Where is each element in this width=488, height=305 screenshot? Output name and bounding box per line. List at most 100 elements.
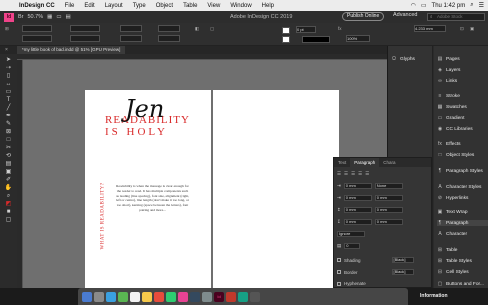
auto-fit-icon[interactable]: ⊡ bbox=[460, 26, 464, 32]
last-line-indent-field[interactable]: 0 mm bbox=[374, 207, 403, 213]
free-transform-tool-icon[interactable]: ⟲ bbox=[4, 152, 14, 160]
photos-icon[interactable] bbox=[154, 291, 164, 302]
pen-tool-icon[interactable]: ✒ bbox=[4, 112, 14, 120]
spotlight-icon[interactable]: ⌕ bbox=[470, 2, 473, 9]
reference-point-icon[interactable]: ⊞ bbox=[5, 26, 9, 32]
direct-selection-tool-icon[interactable]: ⇢ bbox=[4, 64, 14, 72]
panel-glyphs[interactable]: Ω Glyphs bbox=[391, 56, 415, 62]
stock-search-input[interactable]: ⌕ Adobe Stock bbox=[427, 13, 485, 21]
flip-horizontal-icon[interactable]: ◧ bbox=[195, 26, 199, 32]
close-icon[interactable]: × bbox=[5, 47, 8, 53]
menu-table[interactable]: Table bbox=[178, 3, 202, 9]
music-icon[interactable] bbox=[178, 291, 188, 302]
bridge-icon[interactable]: Br bbox=[18, 14, 24, 20]
page-right[interactable] bbox=[213, 90, 339, 288]
page-tool-icon[interactable]: ▯ bbox=[4, 72, 14, 80]
panel-table[interactable]: ⊞ Table bbox=[437, 247, 458, 253]
publish-online-button[interactable]: Publish Online bbox=[342, 12, 385, 21]
panel-pages[interactable]: ▤ Pages bbox=[437, 56, 460, 62]
panel-character-styles[interactable]: A Character Styles bbox=[437, 184, 481, 190]
calendar-icon[interactable] bbox=[130, 291, 140, 302]
tab-text[interactable]: Text bbox=[334, 158, 350, 167]
panel-links[interactable]: ∞ Links bbox=[437, 78, 457, 84]
stroke-type-select[interactable] bbox=[302, 36, 330, 43]
align-left-icon[interactable]: ☰ bbox=[337, 171, 341, 177]
battery-icon[interactable]: ▭ bbox=[421, 2, 427, 9]
workspace-switcher[interactable]: Advanced bbox=[393, 12, 417, 18]
shear-field[interactable] bbox=[158, 35, 180, 42]
panel-cc-libraries[interactable]: ◉ CC Libraries bbox=[437, 126, 473, 132]
headline-line-2[interactable]: IS HOLY bbox=[105, 126, 168, 138]
menu-object[interactable]: Object bbox=[151, 3, 178, 9]
document-tab[interactable]: *my little book of bad.indd @ 51% [GPU P… bbox=[17, 46, 126, 54]
x-field[interactable] bbox=[22, 25, 52, 32]
panel-layers[interactable]: ◈ Layers bbox=[437, 67, 460, 73]
safari-icon[interactable] bbox=[106, 291, 116, 302]
rotate-field[interactable] bbox=[158, 25, 180, 32]
menu-layout[interactable]: Layout bbox=[100, 3, 128, 9]
panel-table-styles[interactable]: ⊞ Table Styles bbox=[437, 258, 472, 264]
border-color-select[interactable]: [Black] bbox=[391, 269, 414, 275]
scale-x-field[interactable] bbox=[120, 25, 142, 32]
panel-swatches[interactable]: ▦ Swatches bbox=[437, 104, 467, 110]
arrange-documents-icon[interactable]: ▤ bbox=[66, 14, 71, 20]
gradient-tool-icon[interactable]: ▤ bbox=[4, 160, 14, 168]
h-field[interactable] bbox=[70, 35, 100, 42]
tab-character[interactable]: Chara bbox=[379, 158, 399, 167]
panel-text-wrap[interactable]: ▣ Text Wrap bbox=[437, 209, 468, 215]
finder-icon[interactable] bbox=[82, 291, 92, 302]
scale-y-field[interactable] bbox=[120, 35, 142, 42]
stroke-swatch[interactable] bbox=[282, 36, 290, 43]
screen-mode-icon[interactable]: ▭ bbox=[56, 14, 61, 20]
panel-buttons[interactable]: ▢ Buttons and For... bbox=[437, 281, 484, 287]
left-indent-field[interactable]: 0 mm bbox=[343, 183, 372, 189]
align-option-select[interactable]: None bbox=[374, 183, 403, 189]
gap-tool-icon[interactable]: ↔ bbox=[4, 80, 14, 88]
right-indent-field[interactable]: 0 mm bbox=[374, 195, 403, 201]
page-left[interactable]: READABILITY IS HOLY Jen WHAT IS READABIL… bbox=[85, 90, 211, 288]
panel-object-styles[interactable]: □ Object Styles bbox=[437, 152, 474, 158]
frame-fitting-icon[interactable]: ▣ bbox=[470, 26, 474, 32]
opacity-field[interactable]: 100% bbox=[346, 35, 370, 42]
stroke-weight-field[interactable]: 0 pt bbox=[296, 26, 316, 33]
align-center-icon[interactable]: ☰ bbox=[344, 171, 348, 177]
zoom-level[interactable]: 50.7% bbox=[28, 14, 44, 20]
rectangle-frame-tool-icon[interactable]: ⊠ bbox=[4, 128, 14, 136]
shading-color-select[interactable]: [Black] bbox=[391, 257, 414, 263]
space-between-field[interactable]: 0 mm bbox=[374, 219, 403, 225]
body-text-frame[interactable]: Readability is when the message is clear… bbox=[115, 184, 190, 213]
view-options-icon[interactable]: ▦ bbox=[47, 14, 52, 20]
apply-color-icon[interactable]: ■ bbox=[4, 208, 14, 216]
vertical-title[interactable]: WHAT IS READABILITY? bbox=[101, 160, 106, 249]
space-before-field[interactable]: 0 mm bbox=[343, 207, 372, 213]
notes-icon[interactable] bbox=[142, 291, 152, 302]
trash-icon[interactable] bbox=[250, 291, 260, 302]
justify-all-icon[interactable]: ☰ bbox=[365, 171, 369, 177]
w-field[interactable] bbox=[70, 25, 100, 32]
tab-paragraph[interactable]: Paragraph bbox=[350, 158, 380, 167]
justify-icon[interactable]: ☰ bbox=[358, 171, 362, 177]
panel-character[interactable]: A Character bbox=[437, 231, 467, 237]
panel-gradient[interactable]: ▭ Gradient bbox=[437, 115, 465, 121]
menu-help[interactable]: Help bbox=[257, 3, 279, 9]
preview-icon[interactable] bbox=[238, 291, 248, 302]
system-preferences-icon[interactable] bbox=[202, 291, 212, 302]
pencil-tool-icon[interactable]: ✎ bbox=[4, 120, 14, 128]
zoom-tool-icon[interactable]: ⌕ bbox=[4, 192, 14, 200]
first-line-indent-field[interactable]: 0 mm bbox=[343, 195, 372, 201]
clock[interactable]: Thu 1:42 pm bbox=[432, 3, 466, 9]
fill-stroke-icon[interactable]: ◩ bbox=[4, 200, 14, 208]
panel-paragraph-styles[interactable]: ¶ Paragraph Styles bbox=[437, 168, 483, 174]
drop-cap-lines-field[interactable]: 0 bbox=[344, 243, 361, 249]
hyphenate-checkbox[interactable] bbox=[337, 281, 341, 286]
script-overlay-text[interactable]: Jen bbox=[125, 95, 164, 123]
messages-icon[interactable] bbox=[118, 291, 128, 302]
launchpad-icon[interactable] bbox=[94, 291, 104, 302]
align-right-icon[interactable]: ☰ bbox=[351, 171, 355, 177]
panel-hyperlinks[interactable]: ⊘ Hyperlinks bbox=[437, 195, 469, 201]
indesign-dock-icon[interactable]: Id bbox=[214, 291, 224, 302]
panel-stroke[interactable]: ≡ Stroke bbox=[437, 93, 460, 99]
panel-cell-styles[interactable]: ⊟ Cell Styles bbox=[437, 269, 469, 275]
panel-paragraph[interactable]: ¶ Paragraph bbox=[437, 220, 488, 226]
select-container-icon[interactable]: ▢ bbox=[210, 26, 214, 32]
